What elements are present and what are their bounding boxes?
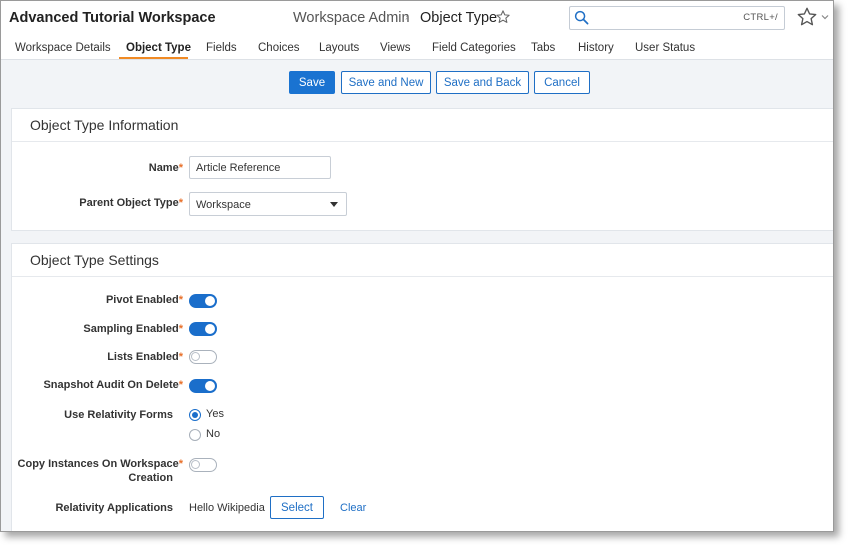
breadcrumb-current: Object Type	[420, 10, 498, 26]
relativity-applications-label: Relativity Applications	[55, 502, 173, 514]
tab-user-status[interactable]: User Status	[635, 42, 695, 54]
copy-instances-toggle[interactable]	[189, 458, 217, 472]
parent-object-type-value: Workspace	[196, 199, 251, 211]
object-type-information-section: Object Type Information Name* Parent Obj…	[11, 108, 833, 231]
active-tab-indicator	[119, 57, 188, 59]
caret-down-icon	[330, 202, 338, 207]
required-marker: *	[178, 379, 183, 391]
forms-no-radio[interactable]	[189, 429, 201, 441]
pivot-enabled-toggle[interactable]	[189, 294, 217, 308]
forms-yes-radio[interactable]	[189, 409, 201, 421]
toggle-knob	[205, 296, 215, 306]
use-relativity-forms-label: Use Relativity Forms	[64, 409, 173, 421]
snapshot-audit-toggle[interactable]	[189, 379, 217, 393]
required-marker: *	[178, 197, 183, 209]
toggle-knob	[191, 352, 200, 361]
save-and-new-button[interactable]: Save and New	[341, 71, 431, 94]
sampling-enabled-toggle[interactable]	[189, 322, 217, 336]
top-bar: Advanced Tutorial Workspace Workspace Ad…	[1, 1, 833, 37]
tab-fields[interactable]: Fields	[206, 42, 237, 54]
tab-field-categories[interactable]: Field Categories	[432, 42, 516, 54]
section-title: Object Type Information	[30, 117, 179, 133]
required-marker: *	[178, 162, 183, 174]
toggle-knob	[205, 381, 215, 391]
search-icon	[574, 10, 589, 25]
tab-views[interactable]: Views	[380, 42, 410, 54]
forms-no-label[interactable]: No	[206, 428, 220, 440]
parent-object-type-label: Parent Object Type*	[79, 197, 183, 209]
sampling-enabled-label: Sampling Enabled*	[83, 323, 183, 335]
parent-object-type-select[interactable]: Workspace	[189, 192, 347, 216]
pivot-enabled-label: Pivot Enabled*	[105, 294, 183, 306]
toggle-knob	[205, 324, 215, 334]
breadcrumb-separator-icon: ›	[405, 12, 409, 23]
required-marker: *	[178, 351, 183, 363]
copy-instances-label-line2: Creation	[128, 472, 173, 484]
forms-yes-label[interactable]: Yes	[206, 408, 224, 420]
required-marker: *	[178, 323, 183, 335]
tab-history[interactable]: History	[578, 42, 614, 54]
breadcrumb-parent[interactable]: Workspace Admin	[293, 10, 410, 26]
app-window: Advanced Tutorial Workspace Workspace Ad…	[0, 0, 834, 532]
cancel-button[interactable]: Cancel	[534, 71, 590, 94]
lists-enabled-toggle[interactable]	[189, 350, 217, 364]
tab-workspace-details[interactable]: Workspace Details	[15, 42, 111, 54]
save-button[interactable]: Save	[289, 71, 335, 94]
tab-choices[interactable]: Choices	[258, 42, 300, 54]
object-type-settings-section: Object Type Settings Pivot Enabled* Samp…	[11, 243, 833, 531]
tab-layouts[interactable]: Layouts	[319, 42, 359, 54]
search-input[interactable]	[594, 9, 738, 28]
snapshot-audit-label: Snapshot Audit On Delete*	[43, 379, 183, 391]
name-label: Name*	[148, 162, 183, 174]
chevron-down-icon[interactable]	[821, 14, 829, 20]
section-title: Object Type Settings	[30, 252, 159, 268]
select-applications-button[interactable]: Select	[270, 496, 324, 519]
search-shortcut-hint: CTRL+/	[743, 12, 778, 23]
required-marker: *	[178, 458, 183, 470]
workspace-title[interactable]: Advanced Tutorial Workspace	[9, 10, 216, 26]
clear-applications-link[interactable]: Clear	[340, 502, 366, 514]
lists-enabled-label: Lists Enabled*	[107, 351, 183, 363]
favorites-star-icon[interactable]	[796, 6, 818, 28]
toggle-knob	[191, 460, 200, 469]
section-divider	[12, 276, 833, 277]
section-divider	[12, 141, 833, 142]
favorite-star-icon[interactable]	[495, 9, 511, 25]
tab-tabs[interactable]: Tabs	[531, 42, 555, 54]
required-marker: *	[178, 294, 183, 306]
relativity-applications-value: Hello Wikipedia	[189, 502, 265, 514]
tab-object-type[interactable]: Object Type	[126, 42, 191, 54]
global-search[interactable]: CTRL+/	[569, 6, 785, 30]
save-and-back-button[interactable]: Save and Back	[436, 71, 529, 94]
copy-instances-label: Copy Instances On Workspace*	[17, 458, 183, 470]
name-field[interactable]	[189, 156, 331, 179]
